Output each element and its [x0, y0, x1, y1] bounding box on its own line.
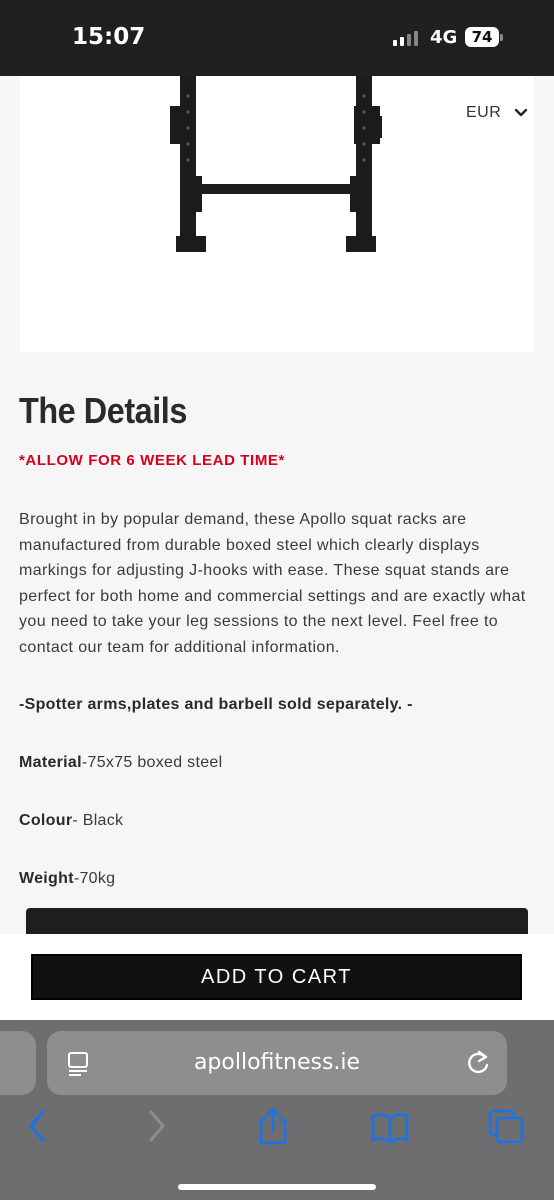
- chevron-down-icon[interactable]: [514, 106, 528, 120]
- colour-value: - Black: [72, 812, 124, 829]
- currency-selector[interactable]: EUR: [466, 104, 501, 122]
- browser-toolbar: apollofitness.ie: [0, 1020, 554, 1200]
- forward-icon[interactable]: [146, 1108, 168, 1144]
- status-bar: 15:07 4G 74: [0, 0, 554, 76]
- weight-label: Weight: [19, 870, 74, 887]
- share-icon[interactable]: [256, 1106, 290, 1146]
- sticky-cart-bar: ADD TO CART: [0, 934, 554, 1022]
- address-bar[interactable]: apollofitness.ie: [47, 1031, 507, 1095]
- product-details: The Details *ALLOW FOR 6 WEEK LEAD TIME*…: [19, 390, 534, 887]
- tabs-icon[interactable]: [488, 1109, 526, 1145]
- weight-value: -70kg: [73, 870, 116, 887]
- url-text: apollofitness.ie: [193, 1050, 361, 1075]
- material-label: Material: [19, 754, 82, 771]
- previous-tab-preview[interactable]: [0, 1031, 36, 1095]
- colour-spec: Colour- Black: [19, 812, 123, 830]
- lead-time-notice: *ALLOW FOR 6 WEEK LEAD TIME*: [19, 452, 285, 469]
- bookmarks-icon[interactable]: [370, 1112, 410, 1144]
- battery-icon: 74: [465, 27, 503, 47]
- product-description: Brought in by popular demand, these Apol…: [19, 511, 526, 656]
- add-to-cart-button[interactable]: ADD TO CART: [31, 954, 522, 1000]
- weight-spec: Weight-70kg: [19, 870, 115, 888]
- material-spec: Material-75x75 boxed steel: [19, 754, 222, 772]
- status-time: 15:07: [72, 24, 146, 50]
- details-title: The Details: [19, 390, 187, 431]
- material-value: -75x75 boxed steel: [81, 754, 223, 771]
- reload-icon[interactable]: [465, 1049, 491, 1077]
- network-label: 4G: [430, 27, 458, 48]
- home-indicator: [178, 1184, 376, 1190]
- back-icon[interactable]: [26, 1108, 48, 1144]
- product-image: [20, 76, 534, 352]
- sold-separately-note: -Spotter arms,plates and barbell sold se…: [19, 696, 413, 713]
- colour-label: Colour: [19, 812, 73, 829]
- signal-icon: [393, 30, 418, 46]
